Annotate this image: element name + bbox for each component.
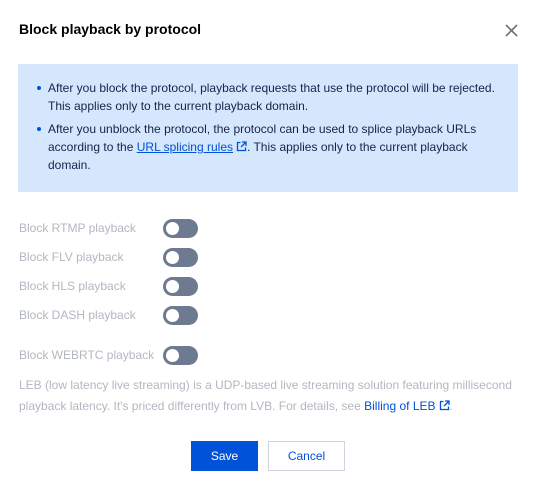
url-splicing-rules-link[interactable]: URL splicing rules: [137, 140, 233, 154]
toggle-dash[interactable]: [163, 306, 198, 325]
external-link-icon: [439, 400, 450, 411]
dialog: Block playback by protocol After you blo…: [0, 0, 538, 487]
toggle-hls[interactable]: [163, 277, 198, 296]
toggle-rtmp[interactable]: [163, 219, 198, 238]
toggle-webrtc[interactable]: [163, 346, 198, 365]
toggle-knob: [166, 251, 179, 264]
billing-of-leb-link[interactable]: Billing of LEB: [364, 399, 435, 413]
info-notice: After you block the protocol, playback r…: [18, 64, 518, 192]
toggle-label-rtmp: Block RTMP playback: [19, 221, 136, 235]
save-button[interactable]: Save: [191, 441, 258, 471]
close-icon[interactable]: [503, 22, 520, 39]
toggle-flv[interactable]: [163, 248, 198, 267]
toggle-label-flv: Block FLV playback: [19, 250, 124, 264]
toggle-label-webrtc: Block WEBRTC playback: [19, 348, 155, 362]
external-link-icon: [236, 141, 247, 152]
notice-item-unblock: After you unblock the protocol, the prot…: [36, 120, 496, 174]
toggle-knob: [166, 222, 179, 235]
toggle-knob: [166, 309, 179, 322]
leb-description-end: .: [449, 399, 453, 413]
toggle-label-hls: Block HLS playback: [19, 279, 126, 293]
toggle-knob: [166, 280, 179, 293]
dialog-title: Block playback by protocol: [19, 21, 202, 37]
cancel-button[interactable]: Cancel: [268, 441, 345, 471]
leb-description: LEB (low latency live streaming) is a UD…: [19, 375, 519, 417]
toggle-label-dash: Block DASH playback: [19, 308, 136, 322]
toggle-knob: [166, 349, 179, 362]
notice-item-block: After you block the protocol, playback r…: [36, 79, 496, 115]
notice-item-text: After you block the protocol, playback r…: [48, 81, 495, 113]
